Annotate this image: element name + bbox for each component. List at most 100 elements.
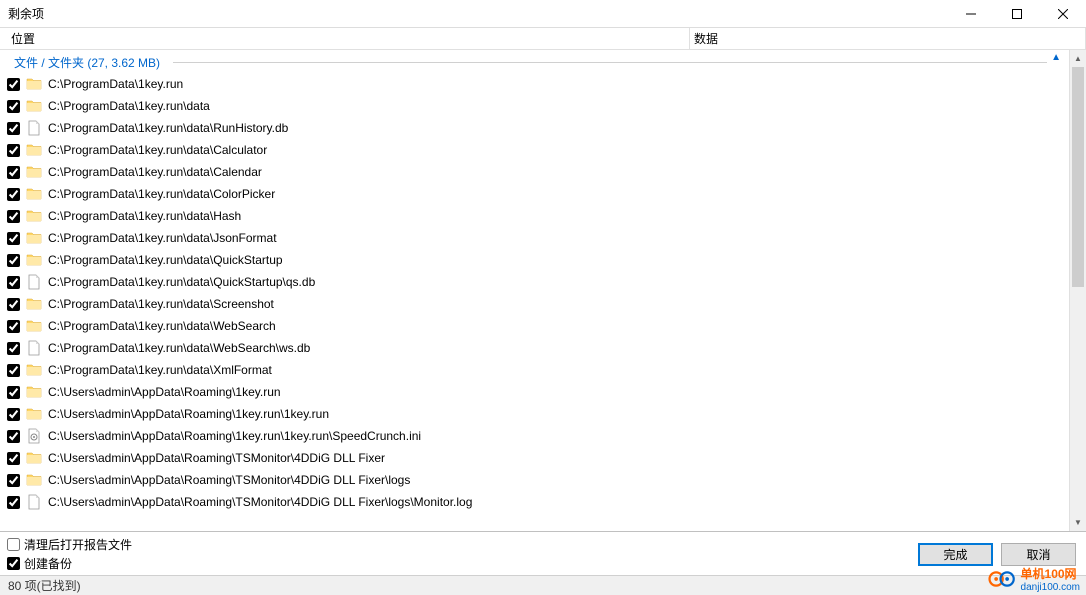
item-checkbox[interactable] bbox=[7, 100, 20, 113]
list-item[interactable]: C:\ProgramData\1key.run\data\WebSearch\w… bbox=[0, 337, 1069, 359]
item-checkbox[interactable] bbox=[7, 210, 20, 223]
item-path: C:\ProgramData\1key.run\data\WebSearch bbox=[48, 319, 276, 333]
item-path: C:\ProgramData\1key.run\data\Hash bbox=[48, 209, 241, 223]
item-checkbox[interactable] bbox=[7, 78, 20, 91]
item-checkbox[interactable] bbox=[7, 188, 20, 201]
item-checkbox[interactable] bbox=[7, 474, 20, 487]
item-checkbox[interactable] bbox=[7, 232, 20, 245]
item-checkbox[interactable] bbox=[7, 320, 20, 333]
folder-icon bbox=[26, 164, 42, 180]
open-report-checkbox[interactable] bbox=[7, 538, 20, 551]
folder-icon bbox=[26, 76, 42, 92]
scroll-thumb[interactable] bbox=[1072, 67, 1084, 287]
list-item[interactable]: C:\ProgramData\1key.run\data\JsonFormat bbox=[0, 227, 1069, 249]
list-item[interactable]: C:\ProgramData\1key.run bbox=[0, 73, 1069, 95]
list-item[interactable]: C:\ProgramData\1key.run\data\Hash bbox=[0, 205, 1069, 227]
item-checkbox[interactable] bbox=[7, 122, 20, 135]
item-checkbox[interactable] bbox=[7, 430, 20, 443]
options-area: 清理后打开报告文件 创建备份 bbox=[7, 536, 132, 572]
minimize-button[interactable] bbox=[948, 0, 994, 27]
vertical-scrollbar[interactable]: ▲ ▼ bbox=[1069, 50, 1086, 531]
folder-icon bbox=[26, 384, 42, 400]
item-path: C:\ProgramData\1key.run\data\Screenshot bbox=[48, 297, 274, 311]
list-item[interactable]: C:\ProgramData\1key.run\data\RunHistory.… bbox=[0, 117, 1069, 139]
list-item[interactable]: C:\ProgramData\1key.run\data\Calculator bbox=[0, 139, 1069, 161]
titlebar: 剩余项 bbox=[0, 0, 1086, 28]
list-item[interactable]: C:\ProgramData\1key.run\data\Screenshot bbox=[0, 293, 1069, 315]
create-backup-label: 创建备份 bbox=[24, 555, 72, 572]
ini-icon bbox=[26, 428, 42, 444]
item-path: C:\ProgramData\1key.run\data\WebSearch\w… bbox=[48, 341, 310, 355]
list-item[interactable]: C:\Users\admin\AppData\Roaming\1key.run\… bbox=[0, 403, 1069, 425]
item-checkbox[interactable] bbox=[7, 386, 20, 399]
list-item[interactable]: C:\ProgramData\1key.run\data\ColorPicker bbox=[0, 183, 1069, 205]
folder-icon bbox=[26, 186, 42, 202]
item-checkbox[interactable] bbox=[7, 496, 20, 509]
list-item[interactable]: C:\ProgramData\1key.run\data\QuickStartu… bbox=[0, 249, 1069, 271]
window-title: 剩余项 bbox=[8, 5, 44, 22]
scroll-down-button[interactable]: ▼ bbox=[1070, 514, 1086, 531]
folder-icon bbox=[26, 472, 42, 488]
list-item[interactable]: C:\ProgramData\1key.run\data\QuickStartu… bbox=[0, 271, 1069, 293]
finish-button[interactable]: 完成 bbox=[918, 543, 993, 566]
folder-icon bbox=[26, 142, 42, 158]
maximize-button[interactable] bbox=[994, 0, 1040, 27]
column-data[interactable]: 数据 bbox=[690, 28, 1086, 49]
content-wrap: 文件 / 文件夹 (27, 3.62 MB) ▲ C:\ProgramData\… bbox=[0, 50, 1086, 531]
folder-icon bbox=[26, 450, 42, 466]
item-path: C:\ProgramData\1key.run\data\Calendar bbox=[48, 165, 262, 179]
item-path: C:\Users\admin\AppData\Roaming\TSMonitor… bbox=[48, 473, 410, 487]
list-item[interactable]: C:\Users\admin\AppData\Roaming\1key.run bbox=[0, 381, 1069, 403]
scroll-up-button[interactable]: ▲ bbox=[1070, 50, 1086, 67]
item-checkbox[interactable] bbox=[7, 166, 20, 179]
item-path: C:\ProgramData\1key.run\data\RunHistory.… bbox=[48, 121, 288, 135]
option-create-backup[interactable]: 创建备份 bbox=[7, 555, 132, 572]
item-checkbox[interactable] bbox=[7, 298, 20, 311]
item-checkbox[interactable] bbox=[7, 276, 20, 289]
status-bar: 80 项(已找到) bbox=[0, 575, 1086, 595]
folder-icon bbox=[26, 318, 42, 334]
window-controls bbox=[948, 0, 1086, 27]
file-list: 文件 / 文件夹 (27, 3.62 MB) ▲ C:\ProgramData\… bbox=[0, 50, 1069, 531]
item-path: C:\ProgramData\1key.run\data\XmlFormat bbox=[48, 363, 272, 377]
group-header[interactable]: 文件 / 文件夹 (27, 3.62 MB) ▲ bbox=[0, 50, 1069, 73]
list-item[interactable]: C:\Users\admin\AppData\Roaming\TSMonitor… bbox=[0, 469, 1069, 491]
list-item[interactable]: C:\Users\admin\AppData\Roaming\TSMonitor… bbox=[0, 491, 1069, 513]
item-checkbox[interactable] bbox=[7, 408, 20, 421]
folder-icon bbox=[26, 296, 42, 312]
item-checkbox[interactable] bbox=[7, 144, 20, 157]
item-path: C:\ProgramData\1key.run\data\JsonFormat bbox=[48, 231, 277, 245]
folder-icon bbox=[26, 362, 42, 378]
collapse-icon[interactable]: ▲ bbox=[1051, 52, 1061, 63]
list-item[interactable]: C:\ProgramData\1key.run\data\Calendar bbox=[0, 161, 1069, 183]
scroll-track[interactable] bbox=[1070, 67, 1086, 514]
list-item[interactable]: C:\ProgramData\1key.run\data\WebSearch bbox=[0, 315, 1069, 337]
option-open-report[interactable]: 清理后打开报告文件 bbox=[7, 536, 132, 553]
watermark-text: 单机100网 danji100.com bbox=[1021, 565, 1080, 593]
item-path: C:\ProgramData\1key.run bbox=[48, 77, 183, 91]
item-path: C:\ProgramData\1key.run\data\ColorPicker bbox=[48, 187, 275, 201]
list-item[interactable]: C:\Users\admin\AppData\Roaming\TSMonitor… bbox=[0, 447, 1069, 469]
item-path: C:\ProgramData\1key.run\data bbox=[48, 99, 210, 113]
watermark: 单机100网 danji100.com bbox=[987, 565, 1080, 593]
item-path: C:\Users\admin\AppData\Roaming\1key.run\… bbox=[48, 429, 421, 443]
status-text: 80 项(已找到) bbox=[8, 577, 81, 594]
cancel-button[interactable]: 取消 bbox=[1001, 543, 1076, 566]
folder-icon bbox=[26, 230, 42, 246]
create-backup-checkbox[interactable] bbox=[7, 557, 20, 570]
item-path: C:\Users\admin\AppData\Roaming\TSMonitor… bbox=[48, 495, 472, 509]
list-item[interactable]: C:\Users\admin\AppData\Roaming\1key.run\… bbox=[0, 425, 1069, 447]
column-location[interactable]: 位置 bbox=[7, 28, 690, 49]
column-headers: 位置 数据 bbox=[0, 28, 1086, 50]
list-item[interactable]: C:\ProgramData\1key.run\data\XmlFormat bbox=[0, 359, 1069, 381]
close-button[interactable] bbox=[1040, 0, 1086, 27]
item-checkbox[interactable] bbox=[7, 254, 20, 267]
item-path: C:\ProgramData\1key.run\data\Calculator bbox=[48, 143, 267, 157]
file-icon bbox=[26, 340, 42, 356]
list-item[interactable]: C:\ProgramData\1key.run\data bbox=[0, 95, 1069, 117]
folder-icon bbox=[26, 406, 42, 422]
main-area: 位置 数据 文件 / 文件夹 (27, 3.62 MB) ▲ C:\Progra… bbox=[0, 28, 1086, 575]
item-checkbox[interactable] bbox=[7, 342, 20, 355]
item-checkbox[interactable] bbox=[7, 364, 20, 377]
item-checkbox[interactable] bbox=[7, 452, 20, 465]
